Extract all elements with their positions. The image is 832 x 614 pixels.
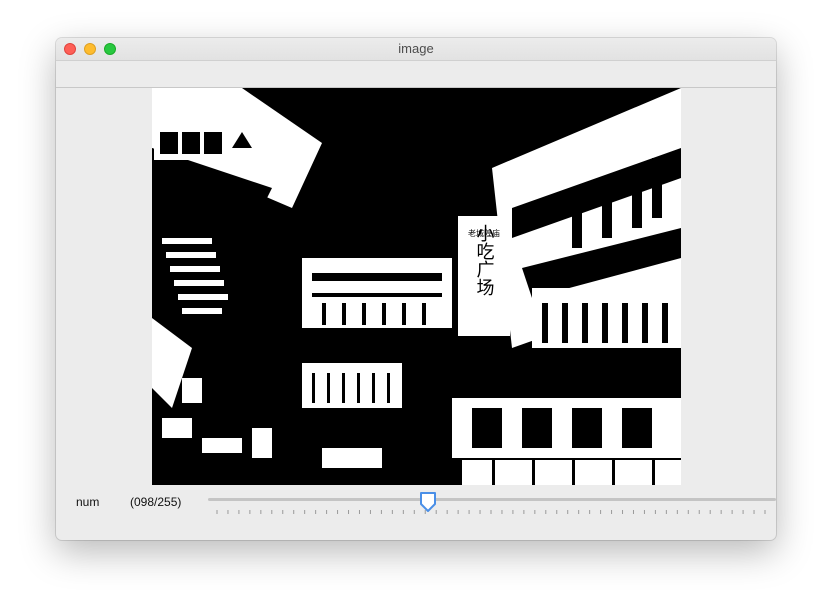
title-bar[interactable]: image (56, 38, 776, 61)
window-title: image (398, 41, 434, 56)
slider-ticks (216, 510, 766, 514)
binarized-photo: 老城隍庙 小吃广场 (152, 88, 681, 485)
trackbar-value: (098/255) (130, 495, 182, 509)
signboard-text: 小吃广场 (474, 224, 495, 296)
slider-track[interactable] (208, 498, 776, 501)
slider-thumb-icon[interactable] (419, 491, 437, 513)
trackbar-label: num (76, 495, 100, 509)
image-display: 老城隍庙 小吃广场 (152, 88, 681, 485)
num-slider[interactable] (208, 490, 776, 520)
toolbar (56, 61, 776, 88)
app-window: image 老城隍庙 小吃广场 num (098/255) (56, 38, 776, 540)
